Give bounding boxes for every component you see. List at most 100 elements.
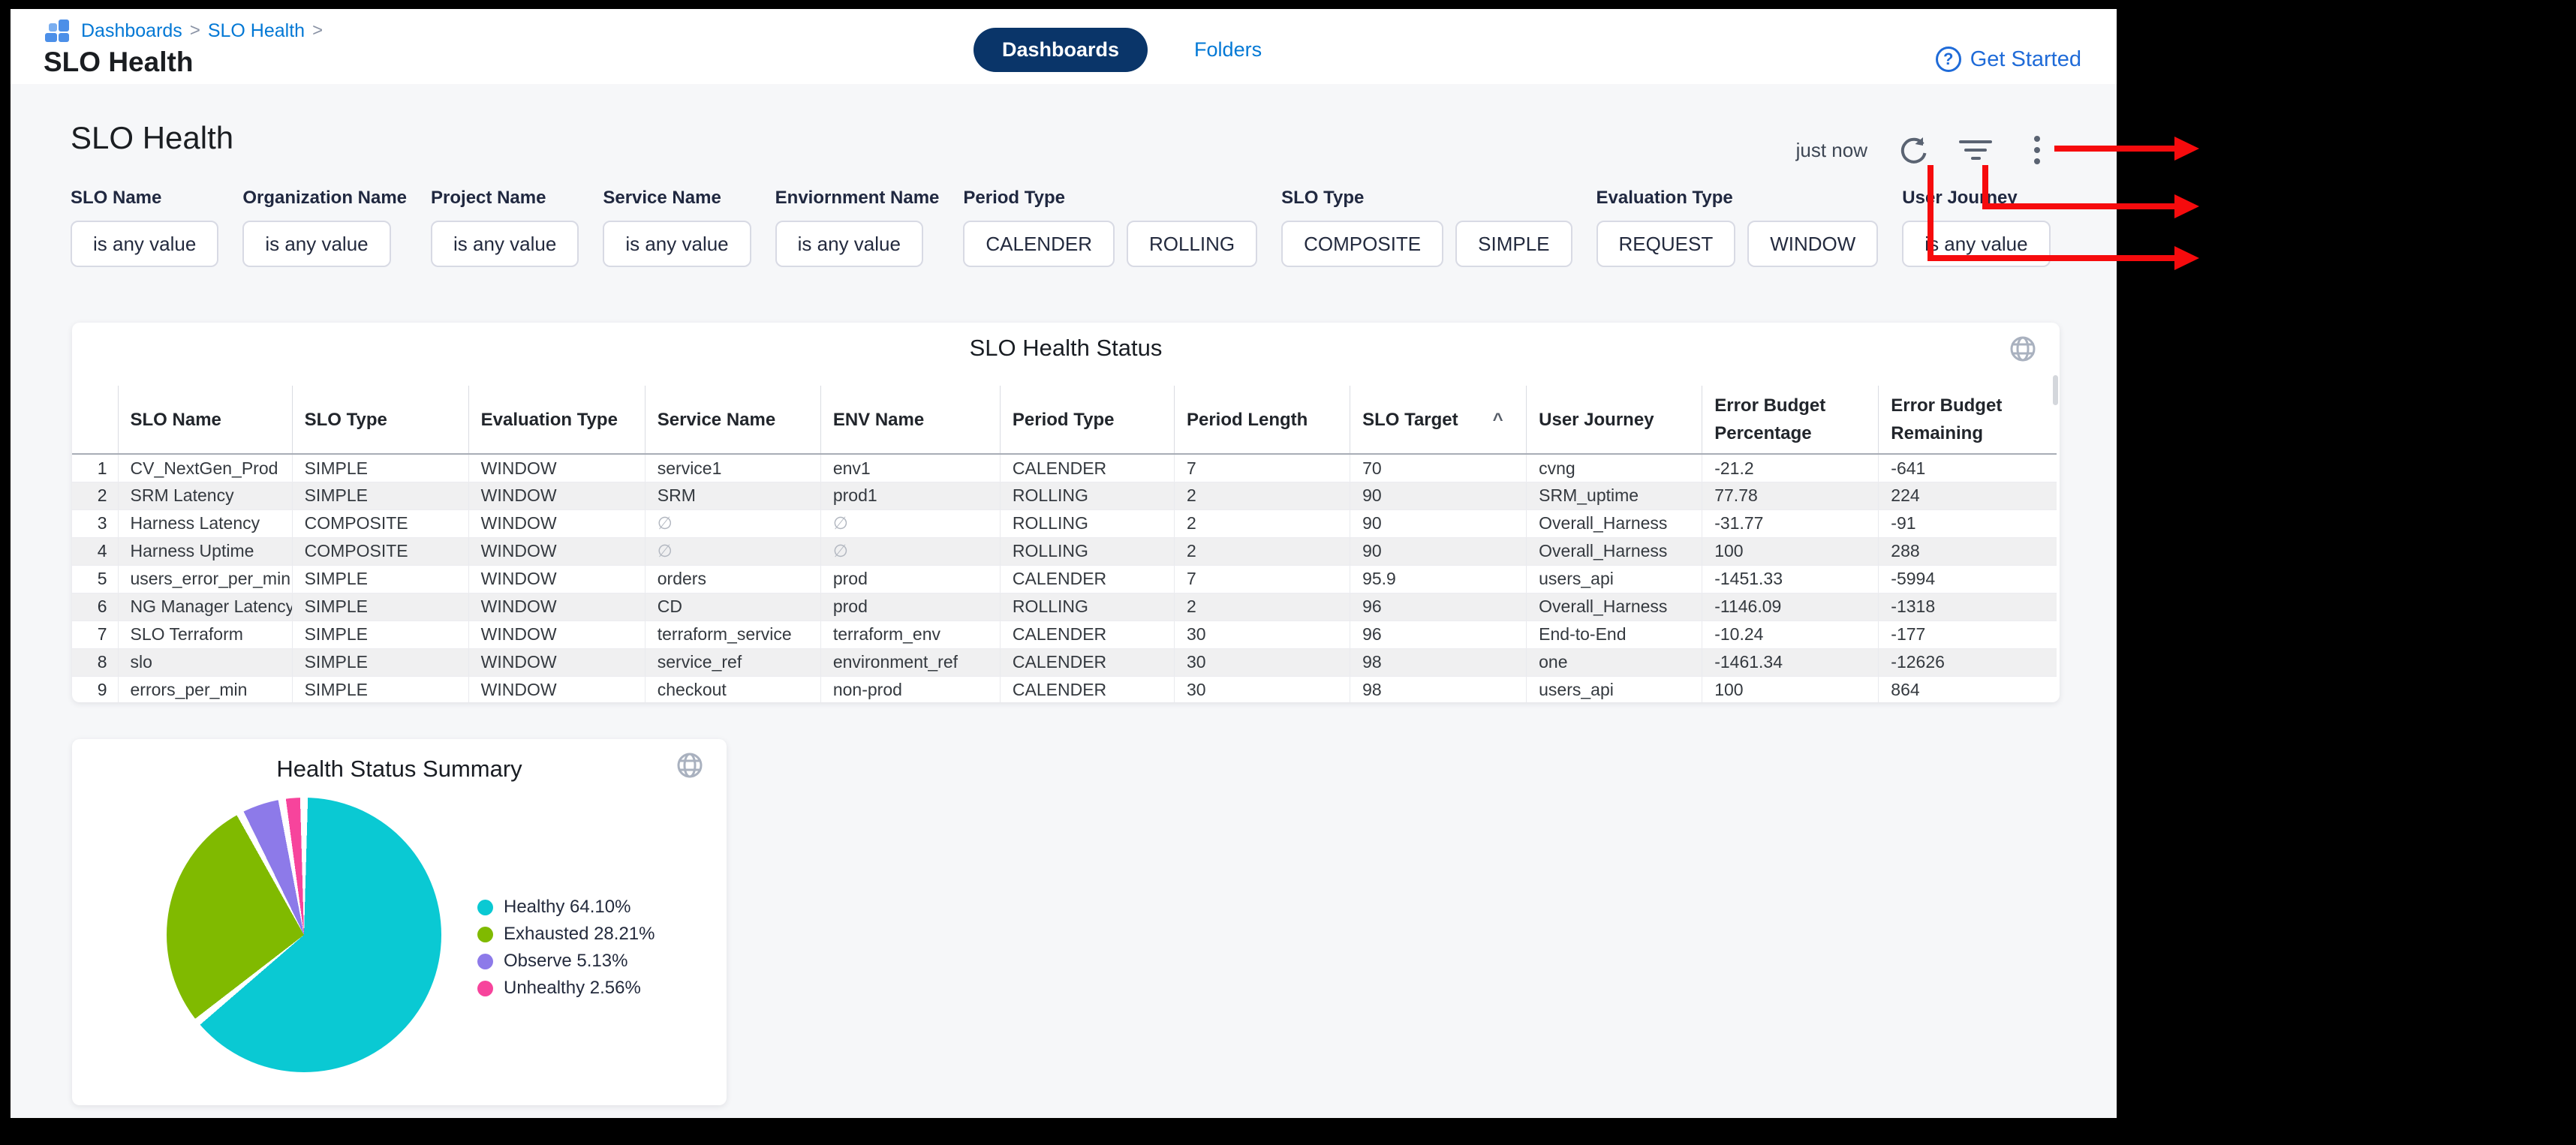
table-cell[interactable]: WINDOW bbox=[468, 509, 645, 537]
table-cell[interactable]: 90 bbox=[1350, 537, 1527, 565]
table-cell[interactable]: 98 bbox=[1350, 648, 1527, 676]
table-cell[interactable]: SIMPLE bbox=[292, 593, 468, 621]
table-cell[interactable]: -21.2 bbox=[1702, 454, 1879, 482]
column-header[interactable]: User Journey bbox=[1527, 386, 1702, 454]
table-cell[interactable]: CALENDER bbox=[1000, 454, 1174, 482]
table-cell[interactable]: ROLLING bbox=[1000, 537, 1174, 565]
table-cell[interactable]: prod bbox=[820, 593, 1000, 621]
table-cell[interactable]: WINDOW bbox=[468, 565, 645, 593]
column-header[interactable]: Service Name bbox=[645, 386, 820, 454]
table-cell[interactable]: 30 bbox=[1174, 676, 1350, 702]
table-cell[interactable]: 2 bbox=[1174, 509, 1350, 537]
column-header[interactable]: Error Budget Percentage bbox=[1702, 386, 1879, 454]
table-cell[interactable]: ROLLING bbox=[1000, 509, 1174, 537]
table-cell[interactable]: prod bbox=[820, 565, 1000, 593]
table-cell[interactable]: End-to-End bbox=[1527, 621, 1702, 648]
tab-folders[interactable]: Folders bbox=[1194, 38, 1262, 62]
table-cell[interactable]: -91 bbox=[1879, 509, 2057, 537]
table-cell[interactable]: Harness Uptime bbox=[118, 537, 292, 565]
refresh-icon[interactable] bbox=[1897, 134, 1930, 167]
table-cell[interactable]: 288 bbox=[1879, 537, 2057, 565]
filter-value-button[interactable]: CALENDER bbox=[963, 221, 1115, 267]
column-header[interactable]: SLO Type bbox=[292, 386, 468, 454]
table-cell[interactable]: 95.9 bbox=[1350, 565, 1527, 593]
table-cell[interactable]: 100 bbox=[1702, 537, 1879, 565]
table-cell[interactable]: prod1 bbox=[820, 482, 1000, 509]
table-cell[interactable]: ∅ bbox=[820, 509, 1000, 537]
table-cell[interactable]: cvng bbox=[1527, 454, 1702, 482]
table-cell[interactable]: 224 bbox=[1879, 482, 2057, 509]
table-cell[interactable]: errors_per_min bbox=[118, 676, 292, 702]
table-cell[interactable]: -1146.09 bbox=[1702, 593, 1879, 621]
table-cell[interactable]: users_error_per_min bbox=[118, 565, 292, 593]
table-cell[interactable]: COMPOSITE bbox=[292, 509, 468, 537]
table-cell[interactable]: ∅ bbox=[645, 509, 820, 537]
table-cell[interactable]: -177 bbox=[1879, 621, 2057, 648]
table-cell[interactable]: CV_NextGen_Prod bbox=[118, 454, 292, 482]
table-cell[interactable]: 2 bbox=[1174, 537, 1350, 565]
table-cell[interactable]: SLO Terraform bbox=[118, 621, 292, 648]
table-cell[interactable]: -1451.33 bbox=[1702, 565, 1879, 593]
health-status-pie-chart[interactable] bbox=[167, 798, 441, 1072]
table-cell[interactable]: WINDOW bbox=[468, 621, 645, 648]
table-cell[interactable]: CALENDER bbox=[1000, 676, 1174, 702]
table-cell[interactable]: 7 bbox=[1174, 565, 1350, 593]
legend-item[interactable]: Exhausted 28.21% bbox=[477, 924, 655, 945]
table-cell[interactable]: Overall_Harness bbox=[1527, 537, 1702, 565]
legend-item[interactable]: Unhealthy 2.56% bbox=[477, 978, 655, 999]
table-cell[interactable]: WINDOW bbox=[468, 454, 645, 482]
table-cell[interactable]: SIMPLE bbox=[292, 676, 468, 702]
filter-value-button[interactable]: is any value bbox=[71, 221, 218, 267]
filter-value-button[interactable]: SIMPLE bbox=[1455, 221, 1572, 267]
filter-value-button[interactable]: WINDOW bbox=[1747, 221, 1878, 267]
table-cell[interactable]: -1318 bbox=[1879, 593, 2057, 621]
table-cell[interactable]: SIMPLE bbox=[292, 565, 468, 593]
get-started-link[interactable]: ? Get Started bbox=[1936, 47, 2081, 72]
table-cell[interactable]: SRM Latency bbox=[118, 482, 292, 509]
table-cell[interactable]: SIMPLE bbox=[292, 621, 468, 648]
table-cell[interactable]: env1 bbox=[820, 454, 1000, 482]
legend-item[interactable]: Observe 5.13% bbox=[477, 951, 655, 972]
tab-dashboards[interactable]: Dashboards bbox=[974, 28, 1148, 72]
table-cell[interactable]: checkout bbox=[645, 676, 820, 702]
filter-value-button[interactable]: is any value bbox=[603, 221, 751, 267]
table-cell[interactable]: terraform_service bbox=[645, 621, 820, 648]
table-cell[interactable]: SIMPLE bbox=[292, 648, 468, 676]
table-cell[interactable]: slo bbox=[118, 648, 292, 676]
table-cell[interactable]: WINDOW bbox=[468, 482, 645, 509]
table-cell[interactable]: WINDOW bbox=[468, 537, 645, 565]
breadcrumb-link-dashboards[interactable]: Dashboards bbox=[81, 20, 182, 42]
filter-value-button[interactable]: is any value bbox=[775, 221, 923, 267]
legend-item[interactable]: Healthy 64.10% bbox=[477, 897, 655, 918]
table-cell[interactable]: 2 bbox=[1174, 482, 1350, 509]
table-cell[interactable]: CALENDER bbox=[1000, 648, 1174, 676]
table-cell[interactable]: WINDOW bbox=[468, 648, 645, 676]
table-cell[interactable]: -5994 bbox=[1879, 565, 2057, 593]
table-cell[interactable]: SRM bbox=[645, 482, 820, 509]
table-cell[interactable]: SRM_uptime bbox=[1527, 482, 1702, 509]
table-cell[interactable]: orders bbox=[645, 565, 820, 593]
column-header[interactable]: Period Length bbox=[1174, 386, 1350, 454]
filter-value-button[interactable]: ROLLING bbox=[1127, 221, 1257, 267]
table-cell[interactable]: 30 bbox=[1174, 621, 1350, 648]
table-cell[interactable]: 90 bbox=[1350, 509, 1527, 537]
table-cell[interactable]: 100 bbox=[1702, 676, 1879, 702]
table-cell[interactable]: service1 bbox=[645, 454, 820, 482]
table-cell[interactable]: 98 bbox=[1350, 676, 1527, 702]
table-cell[interactable]: Overall_Harness bbox=[1527, 593, 1702, 621]
table-cell[interactable]: terraform_env bbox=[820, 621, 1000, 648]
table-cell[interactable]: 7 bbox=[1174, 454, 1350, 482]
table-cell[interactable]: one bbox=[1527, 648, 1702, 676]
table-cell[interactable]: 96 bbox=[1350, 621, 1527, 648]
filter-value-button[interactable]: REQUEST bbox=[1596, 221, 1736, 267]
table-cell[interactable]: CALENDER bbox=[1000, 621, 1174, 648]
table-cell[interactable]: WINDOW bbox=[468, 676, 645, 702]
column-header[interactable]: ENV Name bbox=[820, 386, 1000, 454]
table-cell[interactable]: 70 bbox=[1350, 454, 1527, 482]
table-cell[interactable]: -1461.34 bbox=[1702, 648, 1879, 676]
table-cell[interactable]: WINDOW bbox=[468, 593, 645, 621]
table-vertical-scrollbar[interactable] bbox=[2053, 375, 2058, 405]
table-cell[interactable]: SIMPLE bbox=[292, 454, 468, 482]
table-cell[interactable]: CD bbox=[645, 593, 820, 621]
table-cell[interactable]: 30 bbox=[1174, 648, 1350, 676]
